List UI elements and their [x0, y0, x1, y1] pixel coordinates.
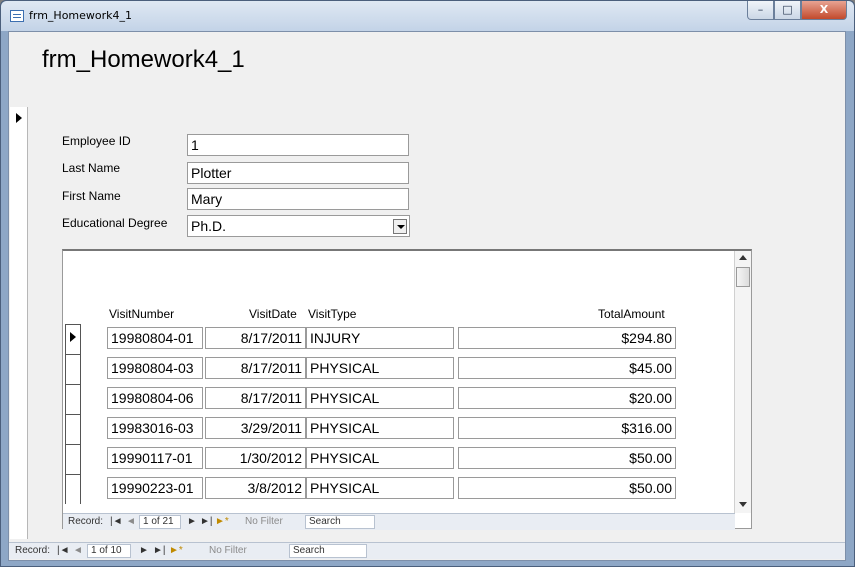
row-selector[interactable]: [65, 354, 81, 384]
previous-record-icon[interactable]: ◄: [126, 516, 136, 527]
visit-type-cell[interactable]: PHYSICAL: [306, 357, 454, 379]
visit-number-cell[interactable]: 19980804-01: [107, 327, 203, 349]
scroll-down-icon[interactable]: [736, 497, 750, 511]
visit-type-cell[interactable]: INJURY: [306, 327, 454, 349]
table-row[interactable]: 19990223-01 3/8/2012 PHYSICAL $50.00: [65, 474, 685, 504]
next-record-icon[interactable]: ►: [139, 545, 149, 556]
visit-date-cell[interactable]: 1/30/2012: [205, 447, 306, 469]
form-title: frm_Homework4_1: [42, 46, 245, 73]
first-name-label: First Name: [62, 189, 121, 203]
table-row[interactable]: 19990117-01 1/30/2012 PHYSICAL $50.00: [65, 444, 685, 474]
visit-number-cell[interactable]: 19990223-01: [107, 477, 203, 499]
record-label: Record:: [68, 516, 104, 527]
visit-date-cell[interactable]: 8/17/2011: [205, 387, 306, 409]
main-navigation-bar: Record: |◄ ◄ 1 of 10 ► ►| ►* No Filter S…: [9, 542, 845, 559]
visit-number-header: VisitNumber: [109, 307, 175, 321]
title-bar[interactable]: frm_Homework4_1 – □ X: [1, 1, 854, 31]
visit-type-header: VisitType: [308, 307, 357, 321]
total-amount-cell[interactable]: $45.00: [458, 357, 676, 379]
row-selector[interactable]: [65, 384, 81, 414]
visit-date-cell[interactable]: 8/17/2011: [205, 327, 306, 349]
visit-type-cell[interactable]: PHYSICAL: [306, 417, 454, 439]
table-row[interactable]: 19980804-01 8/17/2011 INJURY $294.80: [65, 324, 685, 354]
total-amount-header: TotalAmount: [598, 307, 665, 321]
record-label: Record:: [15, 545, 51, 556]
visit-type-cell[interactable]: PHYSICAL: [306, 477, 454, 499]
visit-date-cell[interactable]: 3/29/2011: [205, 417, 306, 439]
visit-number-cell[interactable]: 19980804-03: [107, 357, 203, 379]
window-title: frm_Homework4_1: [29, 9, 133, 22]
last-record-icon[interactable]: ►|: [200, 516, 213, 527]
first-record-icon[interactable]: |◄: [110, 516, 123, 527]
row-selector[interactable]: [65, 444, 81, 474]
form-icon: [10, 10, 24, 22]
current-record-icon: [16, 113, 22, 123]
minimize-button[interactable]: –: [747, 1, 774, 20]
visit-type-cell[interactable]: PHYSICAL: [306, 387, 454, 409]
search-input[interactable]: Search: [305, 515, 375, 529]
total-amount-cell[interactable]: $50.00: [458, 447, 676, 469]
record-selector[interactable]: [10, 107, 28, 539]
visit-type-cell[interactable]: PHYSICAL: [306, 447, 454, 469]
row-selector[interactable]: [65, 474, 81, 504]
visits-subform: VisitNumber VisitDate VisitType TotalAmo…: [62, 249, 752, 530]
first-record-icon[interactable]: |◄: [57, 545, 70, 556]
educational-degree-label: Educational Degree: [62, 216, 168, 230]
form-body: frm_Homework4_1 Employee ID 1 Last Name …: [8, 31, 846, 561]
visit-date-cell[interactable]: 8/17/2011: [205, 357, 306, 379]
previous-record-icon[interactable]: ◄: [73, 545, 83, 556]
educational-degree-value: Ph.D.: [191, 218, 227, 234]
table-row[interactable]: 19983016-03 3/29/2011 PHYSICAL $316.00: [65, 414, 685, 444]
row-selector[interactable]: [65, 414, 81, 444]
total-amount-cell[interactable]: $50.00: [458, 477, 676, 499]
last-name-label: Last Name: [62, 161, 121, 175]
search-input[interactable]: Search: [289, 544, 367, 558]
visit-number-cell[interactable]: 19983016-03: [107, 417, 203, 439]
educational-degree-select[interactable]: Ph.D.: [187, 215, 410, 237]
visit-number-cell[interactable]: 19980804-06: [107, 387, 203, 409]
visit-date-cell[interactable]: 3/8/2012: [205, 477, 306, 499]
record-position-input[interactable]: 1 of 10: [87, 544, 131, 558]
no-filter-button[interactable]: No Filter: [209, 545, 247, 556]
row-selector[interactable]: [65, 324, 81, 354]
first-name-field[interactable]: Mary: [187, 188, 409, 210]
maximize-button[interactable]: □: [774, 1, 801, 20]
total-amount-cell[interactable]: $294.80: [458, 327, 676, 349]
total-amount-cell[interactable]: $316.00: [458, 417, 676, 439]
last-name-field[interactable]: Plotter: [187, 162, 409, 184]
close-button[interactable]: X: [801, 1, 847, 20]
employee-id-field[interactable]: 1: [187, 134, 409, 156]
scroll-thumb[interactable]: [736, 267, 750, 287]
table-row[interactable]: 19980804-03 8/17/2011 PHYSICAL $45.00: [65, 354, 685, 384]
subform-scrollbar[interactable]: [734, 251, 751, 513]
chevron-down-icon[interactable]: [393, 219, 407, 234]
no-filter-button[interactable]: No Filter: [245, 516, 283, 527]
employee-id-label: Employee ID: [62, 134, 131, 148]
visit-number-cell[interactable]: 19990117-01: [107, 447, 203, 469]
subform-navigation-bar: Record: |◄ ◄ 1 of 21 ► ►| ►* No Filter S…: [63, 513, 735, 530]
last-record-icon[interactable]: ►|: [153, 545, 166, 556]
next-record-icon[interactable]: ►: [187, 516, 197, 527]
table-row[interactable]: 19980804-06 8/17/2011 PHYSICAL $20.00: [65, 384, 685, 414]
new-record-icon[interactable]: ►*: [169, 545, 183, 556]
scroll-up-icon[interactable]: [736, 251, 750, 265]
new-record-icon[interactable]: ►*: [215, 516, 229, 527]
total-amount-cell[interactable]: $20.00: [458, 387, 676, 409]
record-position-input[interactable]: 1 of 21: [139, 515, 181, 529]
access-form-window: frm_Homework4_1 – □ X frm_Homework4_1 Em…: [0, 0, 855, 567]
window-controls: – □ X: [747, 1, 847, 21]
visit-date-header: VisitDate: [249, 307, 297, 321]
